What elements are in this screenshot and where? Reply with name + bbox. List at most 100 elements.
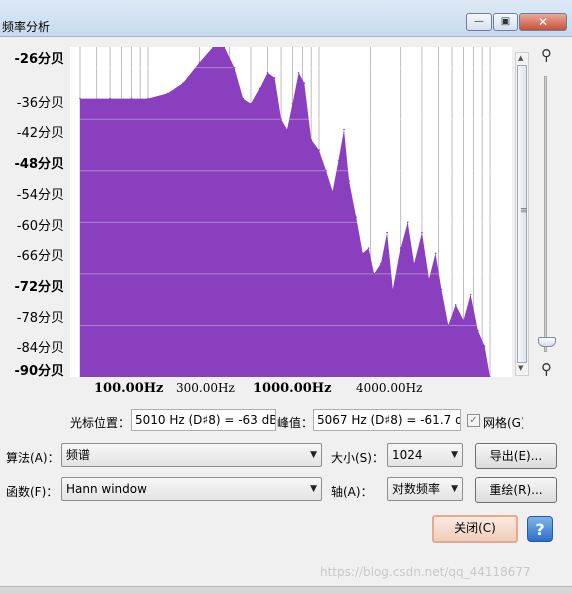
spectrum-point — [454, 304, 457, 306]
minimize-icon: — — [474, 16, 484, 27]
chevron-down-icon: ▼ — [451, 484, 458, 494]
spectrum-svg — [70, 47, 512, 377]
spectrum-point — [355, 216, 358, 218]
size-label: 大小(S)： — [331, 451, 384, 465]
spectrum-point — [361, 252, 364, 255]
chevron-down-icon: ▼ — [451, 450, 458, 460]
export-button[interactable]: 导出(E)... — [475, 443, 557, 469]
spectrum-point — [331, 190, 334, 193]
zoom-in-icon[interactable]: ⚲ — [541, 46, 552, 64]
title-bar: 频率分析 — ▣ ✕ — [0, 0, 572, 37]
spectrum-point — [166, 92, 169, 95]
x-label-1000hz: 1000.00Hz — [253, 381, 332, 396]
spectrum-point — [373, 273, 375, 275]
spectrum-point — [273, 77, 276, 79]
y-label: -72分贝 — [14, 280, 65, 295]
help-button[interactable]: ? — [527, 516, 553, 542]
spectrum-plot[interactable] — [70, 47, 512, 377]
function-value: Hann window — [66, 482, 147, 496]
zoom-slider-thumb[interactable] — [538, 337, 556, 347]
spectrum-point — [392, 288, 394, 291]
spectrum-point — [399, 247, 402, 249]
maximize-icon: ▣ — [500, 16, 511, 27]
spectrum-point — [198, 61, 201, 64]
spectrum-point — [477, 329, 479, 332]
y-label: -78分贝 — [16, 311, 64, 326]
zoom-out-icon[interactable]: ⚲ — [541, 360, 552, 378]
y-label: -26分贝 — [14, 52, 65, 67]
window-title: 频率分析 — [2, 20, 51, 34]
function-label: 函数(F)： — [6, 485, 59, 499]
spectrum-point — [233, 66, 236, 69]
maximize-button[interactable]: ▣ — [493, 13, 518, 31]
size-value: 1024 — [392, 448, 423, 462]
close-icon: ✕ — [537, 15, 549, 29]
spectrum-point — [434, 252, 437, 255]
help-icon: ? — [535, 520, 545, 539]
spectrum-point — [413, 262, 415, 265]
x-label-4000hz: 4000.00Hz — [356, 381, 423, 395]
spectrum-point — [242, 97, 244, 100]
spectrum-point — [258, 87, 261, 90]
spectrum-point — [428, 278, 430, 280]
close-button[interactable]: 关闭(C) — [432, 515, 518, 543]
cursor-value-field[interactable]: 5010 Hz (D♯8) = -63 dB — [131, 409, 276, 431]
algorithm-value: 频谱 — [66, 448, 91, 462]
cursor-label: 光标位置： — [70, 416, 131, 430]
spectrum-point — [182, 82, 184, 84]
spectrum-point — [147, 97, 149, 100]
spectrum-point — [380, 262, 382, 265]
x-axis: 100.00Hz 300.00Hz 1000.00Hz 4000.00Hz — [70, 379, 512, 399]
spectrum-point — [291, 102, 294, 105]
spectrum-point — [130, 97, 133, 100]
spectrum-point — [440, 288, 443, 291]
peak-label: 峰值： — [277, 416, 314, 430]
replot-button[interactable]: 重绘(R)... — [475, 477, 557, 503]
grid-checkbox[interactable]: ✓ — [467, 414, 480, 427]
spectrum-point — [337, 159, 340, 162]
scroll-thumb[interactable]: ≡ — [517, 65, 528, 363]
spectrum-point — [79, 97, 81, 100]
axis-value: 对数频率 — [392, 482, 441, 496]
spectrum-point — [367, 247, 370, 249]
scroll-down-icon[interactable]: ▼ — [518, 364, 523, 372]
spectrum-point — [469, 293, 472, 296]
vertical-scrollbar[interactable]: ▲ ≡ ▼ — [515, 52, 529, 376]
spectrum-point — [310, 139, 312, 141]
spectrum-point — [250, 102, 252, 105]
spectrum-point — [421, 231, 423, 234]
axis-label: 轴(A)： — [331, 485, 373, 499]
axis-select[interactable]: 对数频率 ▼ — [387, 477, 463, 501]
checkmark-icon: ✓ — [469, 415, 478, 426]
y-label: -66分贝 — [16, 249, 64, 264]
spectrum-point — [343, 128, 345, 131]
grid-checkbox-label: 网格(G) — [483, 416, 523, 430]
spectrum-point — [462, 319, 465, 322]
y-label: -84分贝 — [16, 341, 64, 356]
spectrum-point — [483, 345, 486, 347]
y-label: -36分贝 — [16, 96, 64, 111]
spectrum-point — [386, 231, 388, 234]
y-label: -60分贝 — [16, 219, 64, 234]
peak-value-field[interactable]: 5067 Hz (D♯8) = -61.7 d — [313, 409, 461, 431]
size-select[interactable]: 1024 ▼ — [387, 443, 463, 467]
function-select[interactable]: Hann window ▼ — [61, 477, 322, 501]
x-label-300hz: 300.00Hz — [176, 381, 235, 395]
spectrum-point — [280, 118, 282, 120]
chevron-down-icon: ▼ — [310, 484, 317, 494]
spectrum-point — [447, 324, 450, 327]
spectrum-point — [286, 128, 288, 131]
zoom-slider[interactable] — [544, 76, 547, 352]
scroll-up-icon[interactable]: ▲ — [518, 54, 523, 62]
spectrum-area — [80, 47, 490, 377]
algorithm-select[interactable]: 频谱 ▼ — [61, 443, 322, 467]
algorithm-label: 算法(A)： — [6, 451, 60, 465]
minimize-button[interactable]: — — [466, 13, 492, 31]
spectrum-point — [303, 82, 306, 84]
grip-icon: ≡ — [520, 206, 528, 216]
spectrum-point — [109, 97, 111, 100]
spectrum-point — [325, 170, 327, 172]
spectrum-point — [318, 149, 320, 151]
close-window-button[interactable]: ✕ — [519, 13, 567, 31]
x-label-100hz: 100.00Hz — [94, 381, 164, 396]
